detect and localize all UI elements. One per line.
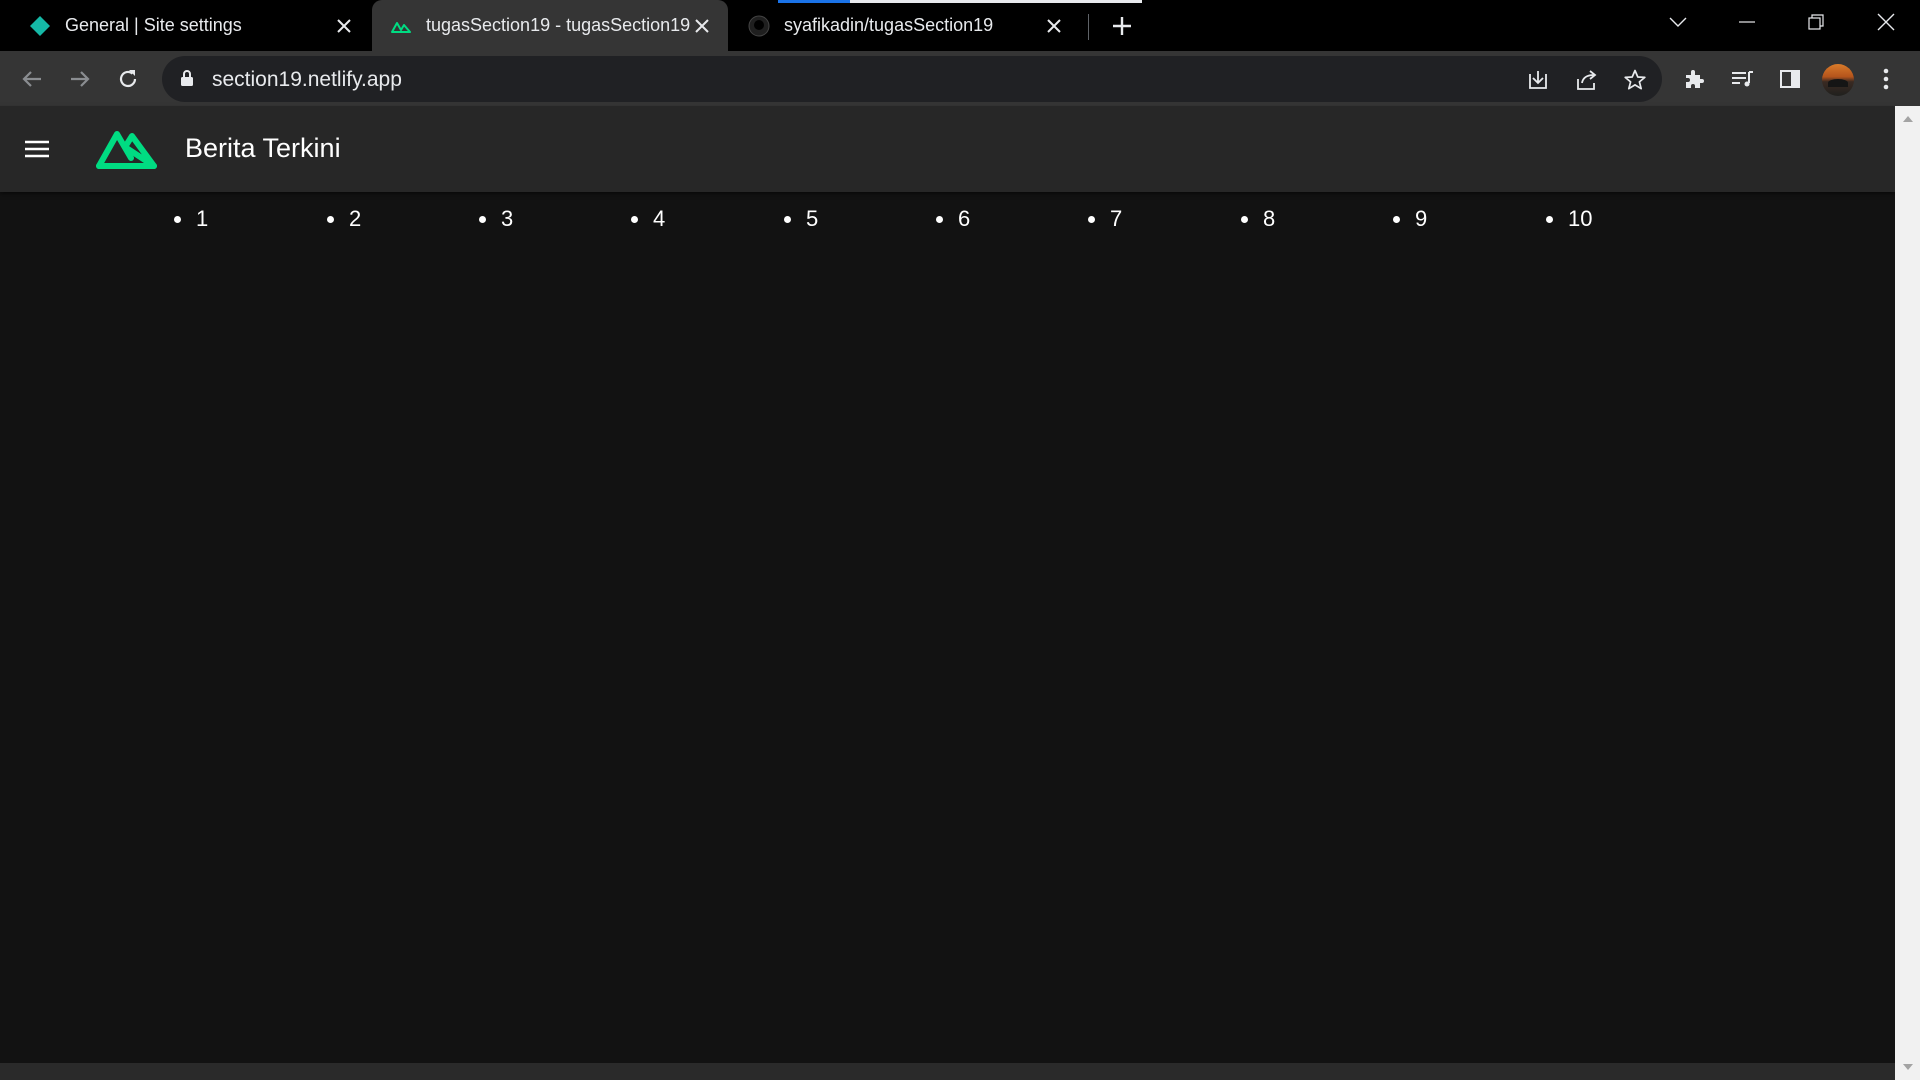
close-tab-icon[interactable] bbox=[332, 14, 356, 38]
tab-strip: General | Site settings tugasSection19 -… bbox=[0, 0, 1920, 51]
tab-loading-bar bbox=[778, 0, 1142, 3]
tab-search-button[interactable] bbox=[1648, 0, 1708, 44]
nuxt-icon bbox=[390, 15, 412, 37]
url-text: section19.netlify.app bbox=[212, 68, 402, 91]
tab-title: General | Site settings bbox=[65, 15, 242, 35]
side-panel-icon bbox=[1780, 70, 1800, 88]
reload-button[interactable] bbox=[110, 61, 146, 97]
page-number-item[interactable]: 8 bbox=[1241, 206, 1275, 232]
media-control-button[interactable] bbox=[1724, 61, 1760, 97]
install-icon bbox=[1529, 71, 1547, 89]
close-tab-icon[interactable] bbox=[690, 14, 714, 38]
install-app-button[interactable] bbox=[1523, 65, 1553, 95]
page-number-item[interactable]: 5 bbox=[784, 206, 818, 232]
page-viewport: Berita Terkini 1 2 3 4 5 6 7 8 9 10 bbox=[0, 106, 1895, 1063]
netlify-diamond-icon bbox=[29, 15, 51, 37]
scroll-down-arrow-icon[interactable] bbox=[1903, 1064, 1913, 1070]
arrow-left-icon bbox=[22, 71, 41, 87]
address-bar[interactable]: section19.netlify.app bbox=[162, 56, 1662, 102]
queue-music-icon bbox=[1732, 71, 1753, 87]
page-number-item[interactable]: 7 bbox=[1088, 206, 1122, 232]
vertical-scrollbar[interactable] bbox=[1895, 106, 1920, 1080]
browser-toolbar: section19.netlify.app bbox=[0, 51, 1920, 106]
close-tab-icon[interactable] bbox=[1042, 14, 1066, 38]
page-number-item[interactable]: 6 bbox=[936, 206, 970, 232]
bookmark-button[interactable] bbox=[1620, 65, 1650, 95]
tab-separator bbox=[1088, 14, 1089, 40]
restore-icon bbox=[1808, 14, 1824, 30]
browser-menu-button[interactable] bbox=[1868, 61, 1904, 97]
share-button[interactable] bbox=[1572, 65, 1602, 95]
page-number-item[interactable]: 3 bbox=[479, 206, 513, 232]
page-number-item[interactable]: 4 bbox=[631, 206, 665, 232]
share-icon bbox=[1577, 70, 1597, 90]
arrow-right-icon bbox=[71, 71, 90, 87]
tab-site-settings[interactable]: General | Site settings bbox=[0, 0, 370, 51]
nuxt-logo-icon bbox=[96, 126, 158, 175]
page-number-item[interactable]: 9 bbox=[1393, 206, 1427, 232]
restore-button[interactable] bbox=[1786, 0, 1846, 44]
side-panel-button[interactable] bbox=[1772, 61, 1808, 97]
page-number-item[interactable]: 2 bbox=[327, 206, 361, 232]
star-icon bbox=[1624, 69, 1646, 90]
nav-drawer-button[interactable] bbox=[17, 131, 57, 167]
puzzle-icon bbox=[1686, 70, 1704, 88]
app-bar: Berita Terkini bbox=[0, 106, 1895, 192]
page-title: Berita Terkini bbox=[185, 133, 341, 163]
reload-icon bbox=[119, 70, 137, 88]
lock-icon bbox=[180, 69, 194, 92]
forward-button[interactable] bbox=[62, 61, 98, 97]
new-tab-button[interactable] bbox=[1106, 10, 1138, 42]
more-vertical-icon bbox=[1883, 68, 1889, 90]
scroll-up-arrow-icon[interactable] bbox=[1903, 116, 1913, 122]
plus-icon bbox=[1113, 17, 1131, 35]
extensions-button[interactable] bbox=[1676, 61, 1712, 97]
page-number-item[interactable]: 10 bbox=[1546, 206, 1592, 232]
back-button[interactable] bbox=[14, 61, 50, 97]
profile-avatar[interactable] bbox=[1822, 64, 1854, 96]
page-number-item[interactable]: 1 bbox=[174, 206, 208, 232]
tab-title: tugasSection19 - tugasSection19 bbox=[426, 15, 690, 35]
tab-github-repo[interactable]: syafikadin/tugasSection19 bbox=[730, 0, 1080, 51]
hamburger-menu-icon bbox=[25, 140, 49, 158]
close-icon bbox=[1877, 13, 1895, 31]
chevron-down-icon bbox=[1669, 17, 1687, 27]
minimize-icon bbox=[1739, 21, 1755, 23]
minimize-button[interactable] bbox=[1717, 0, 1777, 44]
tab-title: syafikadin/tugasSection19 bbox=[784, 15, 994, 35]
horizontal-scrollbar[interactable] bbox=[0, 1063, 1895, 1080]
github-icon bbox=[748, 15, 770, 37]
close-window-button[interactable] bbox=[1856, 0, 1916, 44]
tab-tugas-section19[interactable]: tugasSection19 - tugasSection19 bbox=[372, 0, 728, 51]
